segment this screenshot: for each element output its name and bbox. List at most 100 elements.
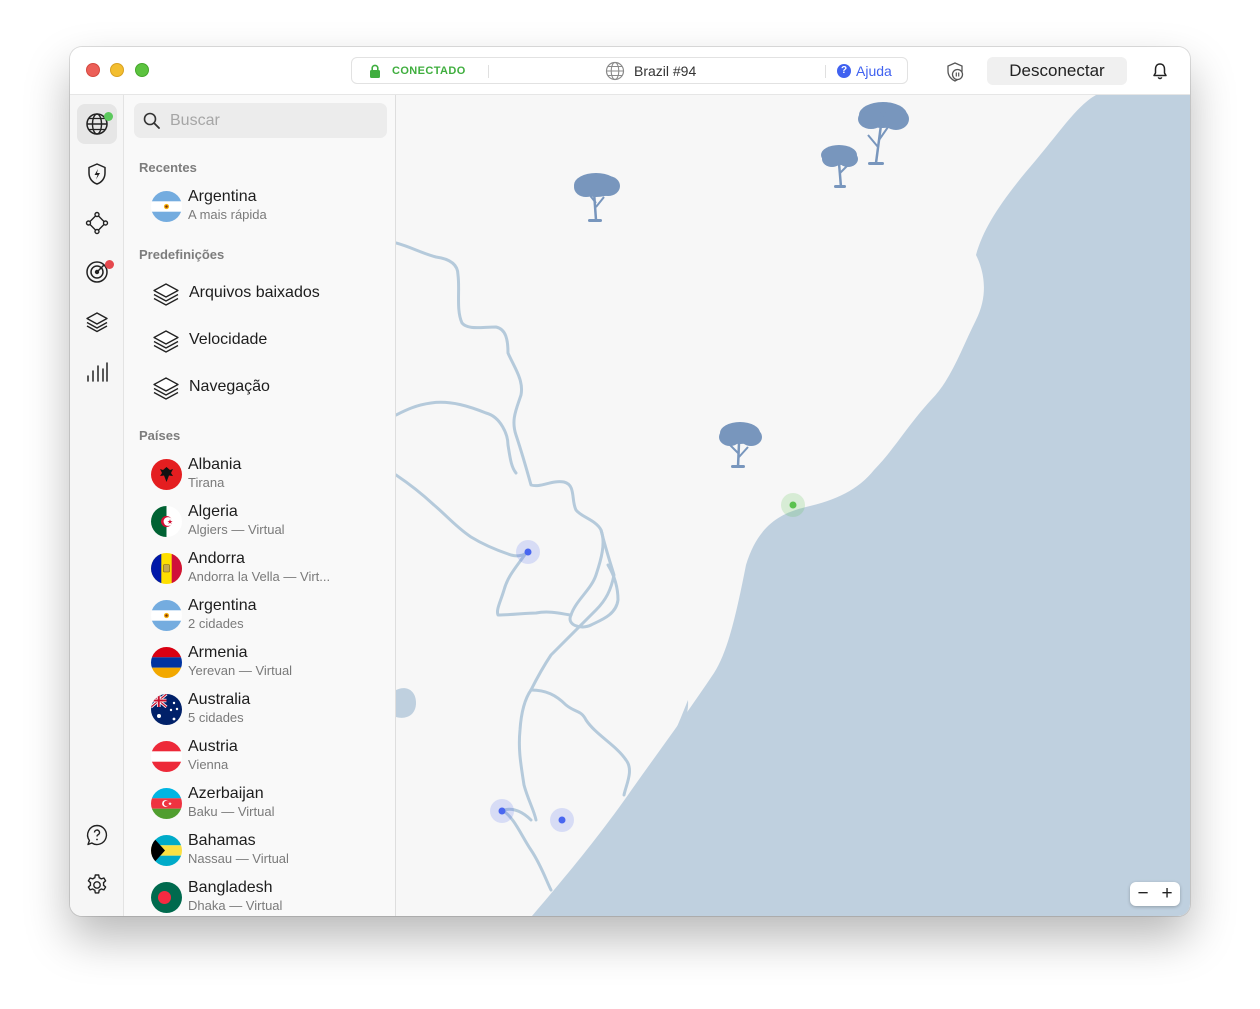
country-subtitle: Dhaka — Virtual <box>188 898 283 913</box>
help-icon[interactable]: ? <box>837 64 851 78</box>
argentina-flag-icon <box>151 600 182 631</box>
austria-flag-icon <box>151 741 182 772</box>
country-subtitle: Vienna <box>188 757 229 772</box>
recent-item-argentina[interactable]: Argentina A mais rápida <box>124 185 395 229</box>
recent-heading: Recentes <box>139 160 197 175</box>
server-sidebar: Recentes Argentina A mais rápida Predefi… <box>124 95 396 916</box>
recent-title: Argentina <box>188 188 257 205</box>
bahamas-flag-icon <box>151 835 182 866</box>
country-item-azerbaijan[interactable]: Azerbaijan Baku — Virtual <box>124 782 395 826</box>
country-title: Armenia <box>188 644 248 661</box>
threat-protection-icon <box>88 163 106 185</box>
country-subtitle: Algiers — Virtual <box>188 522 285 537</box>
app-window: CONECTADO Brazil #94 ? Ajuda Desconectar <box>70 47 1190 916</box>
country-item-albania[interactable]: Albania Tirana <box>124 453 395 497</box>
stats-icon <box>87 362 108 382</box>
minimize-window-button[interactable] <box>110 63 124 77</box>
navigation-rail <box>70 95 124 916</box>
country-subtitle: Nassau — Virtual <box>188 851 289 866</box>
tree-icon <box>858 102 909 165</box>
country-title: Albania <box>188 456 242 473</box>
server-name: Brazil #94 <box>634 63 697 79</box>
ocean-area <box>532 95 1190 916</box>
layers-icon <box>153 377 179 400</box>
rail-item-meshnet[interactable] <box>77 203 117 243</box>
country-subtitle: 2 cidades <box>188 616 244 631</box>
country-subtitle: Andorra la Vella — Virt... <box>188 569 331 584</box>
help-chat-icon <box>86 824 108 846</box>
country-borders <box>396 241 631 892</box>
preset-item-downloads[interactable]: Arquivos baixados <box>124 272 395 316</box>
country-item-australia[interactable]: Australia 5 cidades <box>124 688 395 732</box>
server-pin[interactable] <box>516 540 540 564</box>
country-subtitle: Yerevan — Virtual <box>188 663 293 678</box>
armenia-flag-icon <box>151 647 182 678</box>
help-link[interactable]: Ajuda <box>856 63 892 79</box>
lake <box>396 688 416 718</box>
search-input[interactable] <box>168 109 382 133</box>
zoom-window-button[interactable] <box>135 63 149 77</box>
preset-title: Arquivos baixados <box>189 284 320 301</box>
rail-item-specialty-servers[interactable] <box>77 302 117 342</box>
search-box[interactable] <box>134 103 387 138</box>
rail-item-support[interactable] <box>77 815 117 855</box>
connection-status-bar: CONECTADO Brazil #94 ? Ajuda <box>351 57 908 84</box>
country-item-argentina[interactable]: Argentina 2 cidades <box>124 594 395 638</box>
azerbaijan-flag-icon <box>151 788 182 819</box>
preset-item-speed[interactable]: Velocidade <box>124 319 395 363</box>
server-map[interactable]: − + <box>396 95 1190 916</box>
lock-icon <box>370 64 380 78</box>
zoom-controls: − + <box>1130 882 1180 906</box>
bell-icon[interactable] <box>1150 61 1170 81</box>
disconnect-button[interactable]: Desconectar <box>987 57 1127 85</box>
country-title: Austria <box>188 738 238 755</box>
zoom-in-button[interactable]: + <box>1155 883 1179 905</box>
server-pin[interactable] <box>490 799 514 823</box>
rail-item-countries[interactable] <box>77 104 117 144</box>
bangladesh-flag-icon <box>151 882 182 913</box>
rail-item-settings[interactable] <box>77 865 117 905</box>
australia-flag-icon <box>151 694 182 725</box>
pause-shield-icon[interactable] <box>944 61 966 83</box>
argentina-flag-icon <box>151 191 182 222</box>
rail-item-statistics[interactable] <box>77 352 117 392</box>
zoom-out-button[interactable]: − <box>1131 883 1155 905</box>
country-item-austria[interactable]: Austria Vienna <box>124 735 395 779</box>
country-subtitle: Tirana <box>188 475 225 490</box>
country-subtitle: 5 cidades <box>188 710 244 725</box>
alert-badge <box>105 260 114 269</box>
country-subtitle: Baku — Virtual <box>188 804 275 819</box>
tree-icon <box>574 173 620 222</box>
country-title: Bahamas <box>188 832 256 849</box>
close-window-button[interactable] <box>86 63 100 77</box>
server-pin[interactable] <box>550 808 574 832</box>
andorra-flag-icon <box>151 553 182 584</box>
country-item-andorra[interactable]: Andorra Andorra la Vella — Virt... <box>124 547 395 591</box>
albania-flag-icon <box>151 459 182 490</box>
settings-gear-icon <box>87 874 107 894</box>
country-title: Algeria <box>188 503 238 520</box>
meshnet-icon <box>85 211 109 235</box>
rail-item-threat-protection[interactable] <box>77 154 117 194</box>
country-item-bahamas[interactable]: Bahamas Nassau — Virtual <box>124 829 395 873</box>
connected-badge <box>104 112 113 121</box>
country-title: Bangladesh <box>188 879 273 896</box>
globe-icon <box>605 61 625 81</box>
search-icon <box>143 112 160 129</box>
connection-status-text: CONECTADO <box>392 65 466 77</box>
country-title: Azerbaijan <box>188 785 264 802</box>
divider <box>488 65 489 78</box>
country-item-algeria[interactable]: Algeria Algiers — Virtual <box>124 500 395 544</box>
country-item-armenia[interactable]: Armenia Yerevan — Virtual <box>124 641 395 685</box>
connected-server-pin[interactable] <box>781 493 805 517</box>
country-title: Andorra <box>188 550 245 567</box>
preset-item-browsing[interactable]: Navegação <box>124 366 395 410</box>
title-bar: CONECTADO Brazil #94 ? Ajuda Desconectar <box>70 47 1190 95</box>
rail-item-dark-web-monitor[interactable] <box>77 252 117 292</box>
layers-icon <box>153 330 179 353</box>
layers-icon <box>86 312 108 333</box>
map-canvas <box>396 95 1190 916</box>
country-title: Argentina <box>188 597 257 614</box>
preset-title: Navegação <box>189 378 270 395</box>
country-item-bangladesh[interactable]: Bangladesh Dhaka — Virtual <box>124 876 395 916</box>
